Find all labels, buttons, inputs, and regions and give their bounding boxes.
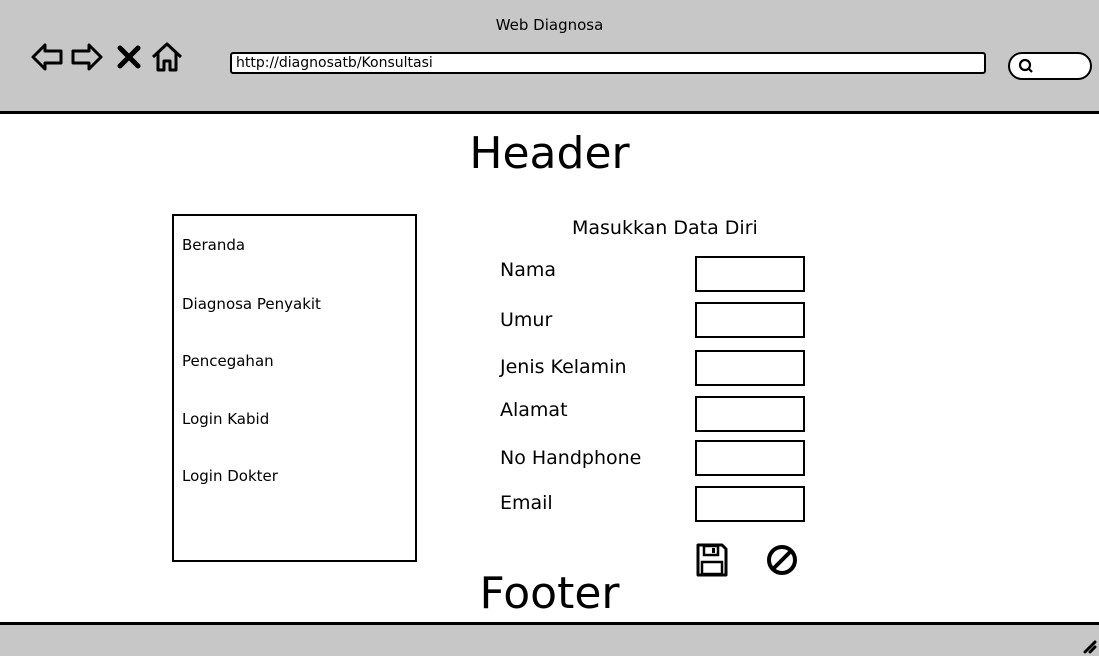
search-box[interactable] xyxy=(1008,52,1092,80)
nama-input[interactable] xyxy=(695,256,805,292)
sidebar-item-diagnosa-penyakit[interactable]: Diagnosa Penyakit xyxy=(182,295,321,313)
window-title: Web Diagnosa xyxy=(495,16,604,34)
toolbar-divider xyxy=(0,111,1099,114)
form-title: Masukkan Data Diri xyxy=(572,217,758,239)
field-label-no-handphone: No Handphone xyxy=(500,447,642,469)
no-handphone-input[interactable] xyxy=(695,440,805,476)
alamat-input[interactable] xyxy=(695,396,805,432)
arrow-left-icon[interactable] xyxy=(30,40,64,74)
arrow-right-icon[interactable] xyxy=(70,40,104,74)
sidebar-item-login-dokter[interactable]: Login Dokter xyxy=(182,467,278,485)
sidebar-item-pencegahan[interactable]: Pencegahan xyxy=(182,352,274,370)
umur-input[interactable] xyxy=(695,302,805,338)
search-icon xyxy=(1018,58,1033,73)
page-header: Header xyxy=(469,128,630,179)
field-label-email: Email xyxy=(500,492,553,514)
sidebar-item-beranda[interactable]: Beranda xyxy=(182,236,245,254)
field-label-umur: Umur xyxy=(500,309,553,331)
field-label-nama: Nama xyxy=(500,259,557,281)
jenis-kelamin-input[interactable] xyxy=(695,350,805,386)
address-bar[interactable]: http://diagnosatb/Konsultasi xyxy=(230,52,986,74)
sidebar-menu: Beranda Diagnosa Penyakit Pencegahan Log… xyxy=(172,214,417,562)
browser-window: Web Diagnosa http://diagnosatb/Konsultas… xyxy=(0,0,1099,656)
close-icon[interactable] xyxy=(112,40,146,74)
home-icon[interactable] xyxy=(150,40,184,74)
email-input[interactable] xyxy=(695,486,805,522)
status-bar xyxy=(0,622,1099,656)
field-label-alamat: Alamat xyxy=(500,399,568,421)
resize-grip-icon[interactable] xyxy=(1079,636,1097,654)
sidebar-item-login-kabid[interactable]: Login Kabid xyxy=(182,410,269,428)
browser-toolbar: Web Diagnosa http://diagnosatb/Konsultas… xyxy=(0,0,1099,113)
field-label-jenis-kelamin: Jenis Kelamin xyxy=(500,356,627,378)
page-footer: Footer xyxy=(479,568,620,619)
